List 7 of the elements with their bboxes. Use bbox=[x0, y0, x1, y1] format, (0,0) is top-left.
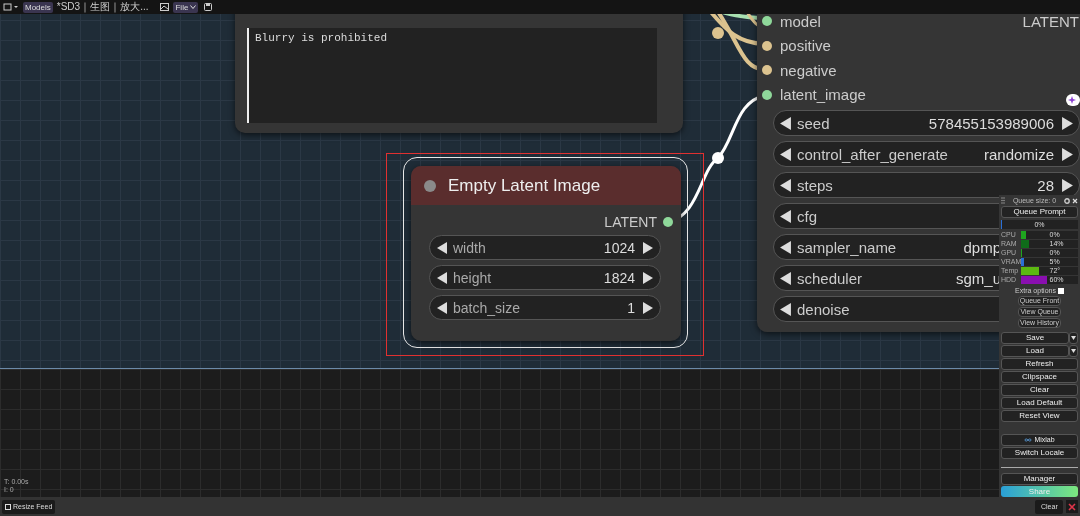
input-label: positive bbox=[780, 37, 831, 55]
node-title: Empty Latent Image bbox=[448, 175, 601, 196]
output-label: LATENT bbox=[604, 214, 657, 230]
input-label: latent_image bbox=[780, 86, 866, 104]
output-label: LATENT bbox=[1022, 12, 1079, 30]
input-label: negative bbox=[780, 61, 837, 79]
input-label: model bbox=[780, 12, 821, 30]
